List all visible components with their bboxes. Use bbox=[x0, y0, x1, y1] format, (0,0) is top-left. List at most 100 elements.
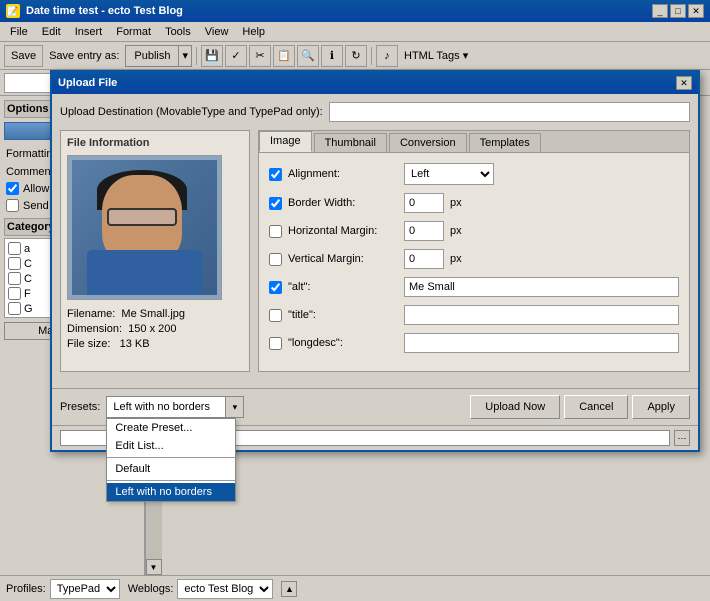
title-input[interactable] bbox=[404, 305, 679, 325]
status-scroll-arrow[interactable]: ▲ bbox=[281, 581, 297, 597]
send-checkbox[interactable] bbox=[6, 199, 19, 212]
cat-checkbox-g[interactable] bbox=[8, 302, 21, 315]
dialog-close-button[interactable]: ✕ bbox=[676, 76, 692, 90]
menu-tools[interactable]: Tools bbox=[159, 25, 197, 39]
tab-image[interactable]: Image bbox=[259, 131, 312, 152]
menu-file[interactable]: File bbox=[4, 25, 34, 39]
cut-button[interactable]: ✂ bbox=[249, 45, 271, 67]
file-info-panel: File Information Filename: Me Small.jpg bbox=[60, 130, 250, 372]
cat-checkbox-c1[interactable] bbox=[8, 257, 21, 270]
profiles-section: Profiles: TypePad bbox=[6, 579, 120, 599]
app-icon: 📝 bbox=[6, 4, 20, 18]
html-tags-label[interactable]: HTML Tags ▾ bbox=[400, 49, 472, 62]
destination-label: Upload Destination (MovableType and Type… bbox=[60, 106, 323, 118]
alignment-checkbox[interactable] bbox=[269, 168, 282, 181]
filename-label: Filename: bbox=[67, 308, 115, 320]
publish-dropdown: Publish ▾ bbox=[125, 45, 192, 67]
apply-button[interactable]: Apply bbox=[632, 395, 690, 419]
dialog-title: Upload File bbox=[58, 77, 117, 89]
copy-button[interactable]: 📋 bbox=[273, 45, 295, 67]
preset-edit[interactable]: Edit List... bbox=[107, 437, 235, 455]
scroll-down-button[interactable]: ▼ bbox=[146, 559, 162, 575]
photo-shirt bbox=[87, 250, 202, 295]
minimize-button[interactable]: _ bbox=[652, 4, 668, 18]
search-button[interactable]: 🔍 bbox=[297, 45, 319, 67]
weblogs-section: Weblogs: ecto Test Blog bbox=[128, 579, 274, 599]
vert-margin-unit: px bbox=[450, 253, 462, 265]
longdesc-label: "longdesc": bbox=[288, 337, 398, 349]
profiles-select[interactable]: TypePad bbox=[50, 579, 120, 599]
save-button[interactable]: Save bbox=[4, 45, 43, 67]
border-width-input[interactable] bbox=[404, 193, 444, 213]
presets-row: Presets: Left with no borders ▾ Create P… bbox=[52, 388, 698, 425]
photo-preview bbox=[72, 160, 217, 295]
longdesc-input[interactable] bbox=[404, 333, 679, 353]
horiz-margin-input[interactable] bbox=[404, 221, 444, 241]
main-area: Options ◄ Back Formatting Comments Allow… bbox=[0, 96, 710, 575]
spellcheck-button[interactable]: ✓ bbox=[225, 45, 247, 67]
toolbar-separator-2 bbox=[371, 47, 372, 65]
progress-arrow[interactable]: ⋯ bbox=[674, 430, 690, 446]
menu-insert[interactable]: Insert bbox=[69, 25, 109, 39]
alignment-label: Alignment: bbox=[288, 168, 398, 180]
upload-now-button[interactable]: Upload Now bbox=[470, 395, 560, 419]
weblogs-label: Weblogs: bbox=[128, 583, 174, 595]
publish-dropdown-arrow[interactable]: ▾ bbox=[179, 45, 192, 67]
presets-dropdown-container: Left with no borders ▾ Create Preset... … bbox=[106, 396, 244, 418]
menu-edit[interactable]: Edit bbox=[36, 25, 67, 39]
cat-checkbox-f[interactable] bbox=[8, 287, 21, 300]
allow-label: Allow bbox=[23, 183, 49, 195]
preset-left-no-borders[interactable]: Left with no borders bbox=[107, 483, 235, 501]
horiz-margin-checkbox[interactable] bbox=[269, 225, 282, 238]
longdesc-row: "longdesc": bbox=[269, 333, 679, 353]
save-icon-button[interactable]: 💾 bbox=[201, 45, 223, 67]
tab-conversion[interactable]: Conversion bbox=[389, 133, 467, 152]
cat-checkbox-r[interactable] bbox=[8, 317, 21, 318]
vert-margin-input[interactable] bbox=[404, 249, 444, 269]
presets-dropdown-arrow[interactable]: ▾ bbox=[226, 396, 244, 418]
refresh-button[interactable]: ↻ bbox=[345, 45, 367, 67]
cancel-button[interactable]: Cancel bbox=[564, 395, 628, 419]
menu-help[interactable]: Help bbox=[236, 25, 271, 39]
filename-row: Filename: Me Small.jpg bbox=[67, 308, 243, 320]
allow-checkbox[interactable] bbox=[6, 182, 19, 195]
cat-checkbox-c2[interactable] bbox=[8, 272, 21, 285]
menu-bar: File Edit Insert Format Tools View Help bbox=[0, 22, 710, 42]
window-title: Date time test - ecto Test Blog bbox=[26, 5, 183, 17]
dialog-content: File Information Filename: Me Small.jpg bbox=[60, 130, 690, 372]
close-button[interactable]: ✕ bbox=[688, 4, 704, 18]
menu-format[interactable]: Format bbox=[110, 25, 157, 39]
tab-bar: Image Thumbnail Conversion Templates bbox=[259, 131, 689, 153]
horiz-margin-row: Horizontal Margin: px bbox=[269, 221, 679, 241]
photo-glasses bbox=[107, 208, 177, 226]
vert-margin-checkbox[interactable] bbox=[269, 253, 282, 266]
publish-button[interactable]: Publish bbox=[125, 45, 179, 67]
alt-input[interactable] bbox=[404, 277, 679, 297]
title-checkbox[interactable] bbox=[269, 309, 282, 322]
cat-checkbox-a[interactable] bbox=[8, 242, 21, 255]
dimension-value: 150 x 200 bbox=[128, 323, 176, 335]
alignment-select[interactable]: Left Right Center None bbox=[404, 163, 494, 185]
border-width-checkbox[interactable] bbox=[269, 197, 282, 210]
destination-input[interactable] bbox=[329, 102, 690, 122]
presets-dropdown-menu: Create Preset... Edit List... Default Le… bbox=[106, 418, 236, 502]
preset-default[interactable]: Default bbox=[107, 460, 235, 478]
border-width-label: Border Width: bbox=[288, 197, 398, 209]
tab-templates[interactable]: Templates bbox=[469, 133, 541, 152]
preset-create[interactable]: Create Preset... bbox=[107, 419, 235, 437]
dimension-label: Dimension: bbox=[67, 323, 122, 335]
info-button[interactable]: ℹ bbox=[321, 45, 343, 67]
vert-margin-label: Vertical Margin: bbox=[288, 253, 398, 265]
title-row: "title": bbox=[269, 305, 679, 325]
filesize-row: File size: 13 KB bbox=[67, 338, 243, 350]
maximize-button[interactable]: □ bbox=[670, 4, 686, 18]
filesize-label: File size: bbox=[67, 338, 110, 350]
music-button[interactable]: ♪ bbox=[376, 45, 398, 67]
tab-thumbnail[interactable]: Thumbnail bbox=[314, 133, 387, 152]
alt-checkbox[interactable] bbox=[269, 281, 282, 294]
menu-view[interactable]: View bbox=[199, 25, 235, 39]
longdesc-checkbox[interactable] bbox=[269, 337, 282, 350]
title-bar: 📝 Date time test - ecto Test Blog _ □ ✕ bbox=[0, 0, 710, 22]
tabs-panel: Image Thumbnail Conversion Templates Ali… bbox=[258, 130, 690, 372]
weblogs-select[interactable]: ecto Test Blog bbox=[177, 579, 273, 599]
